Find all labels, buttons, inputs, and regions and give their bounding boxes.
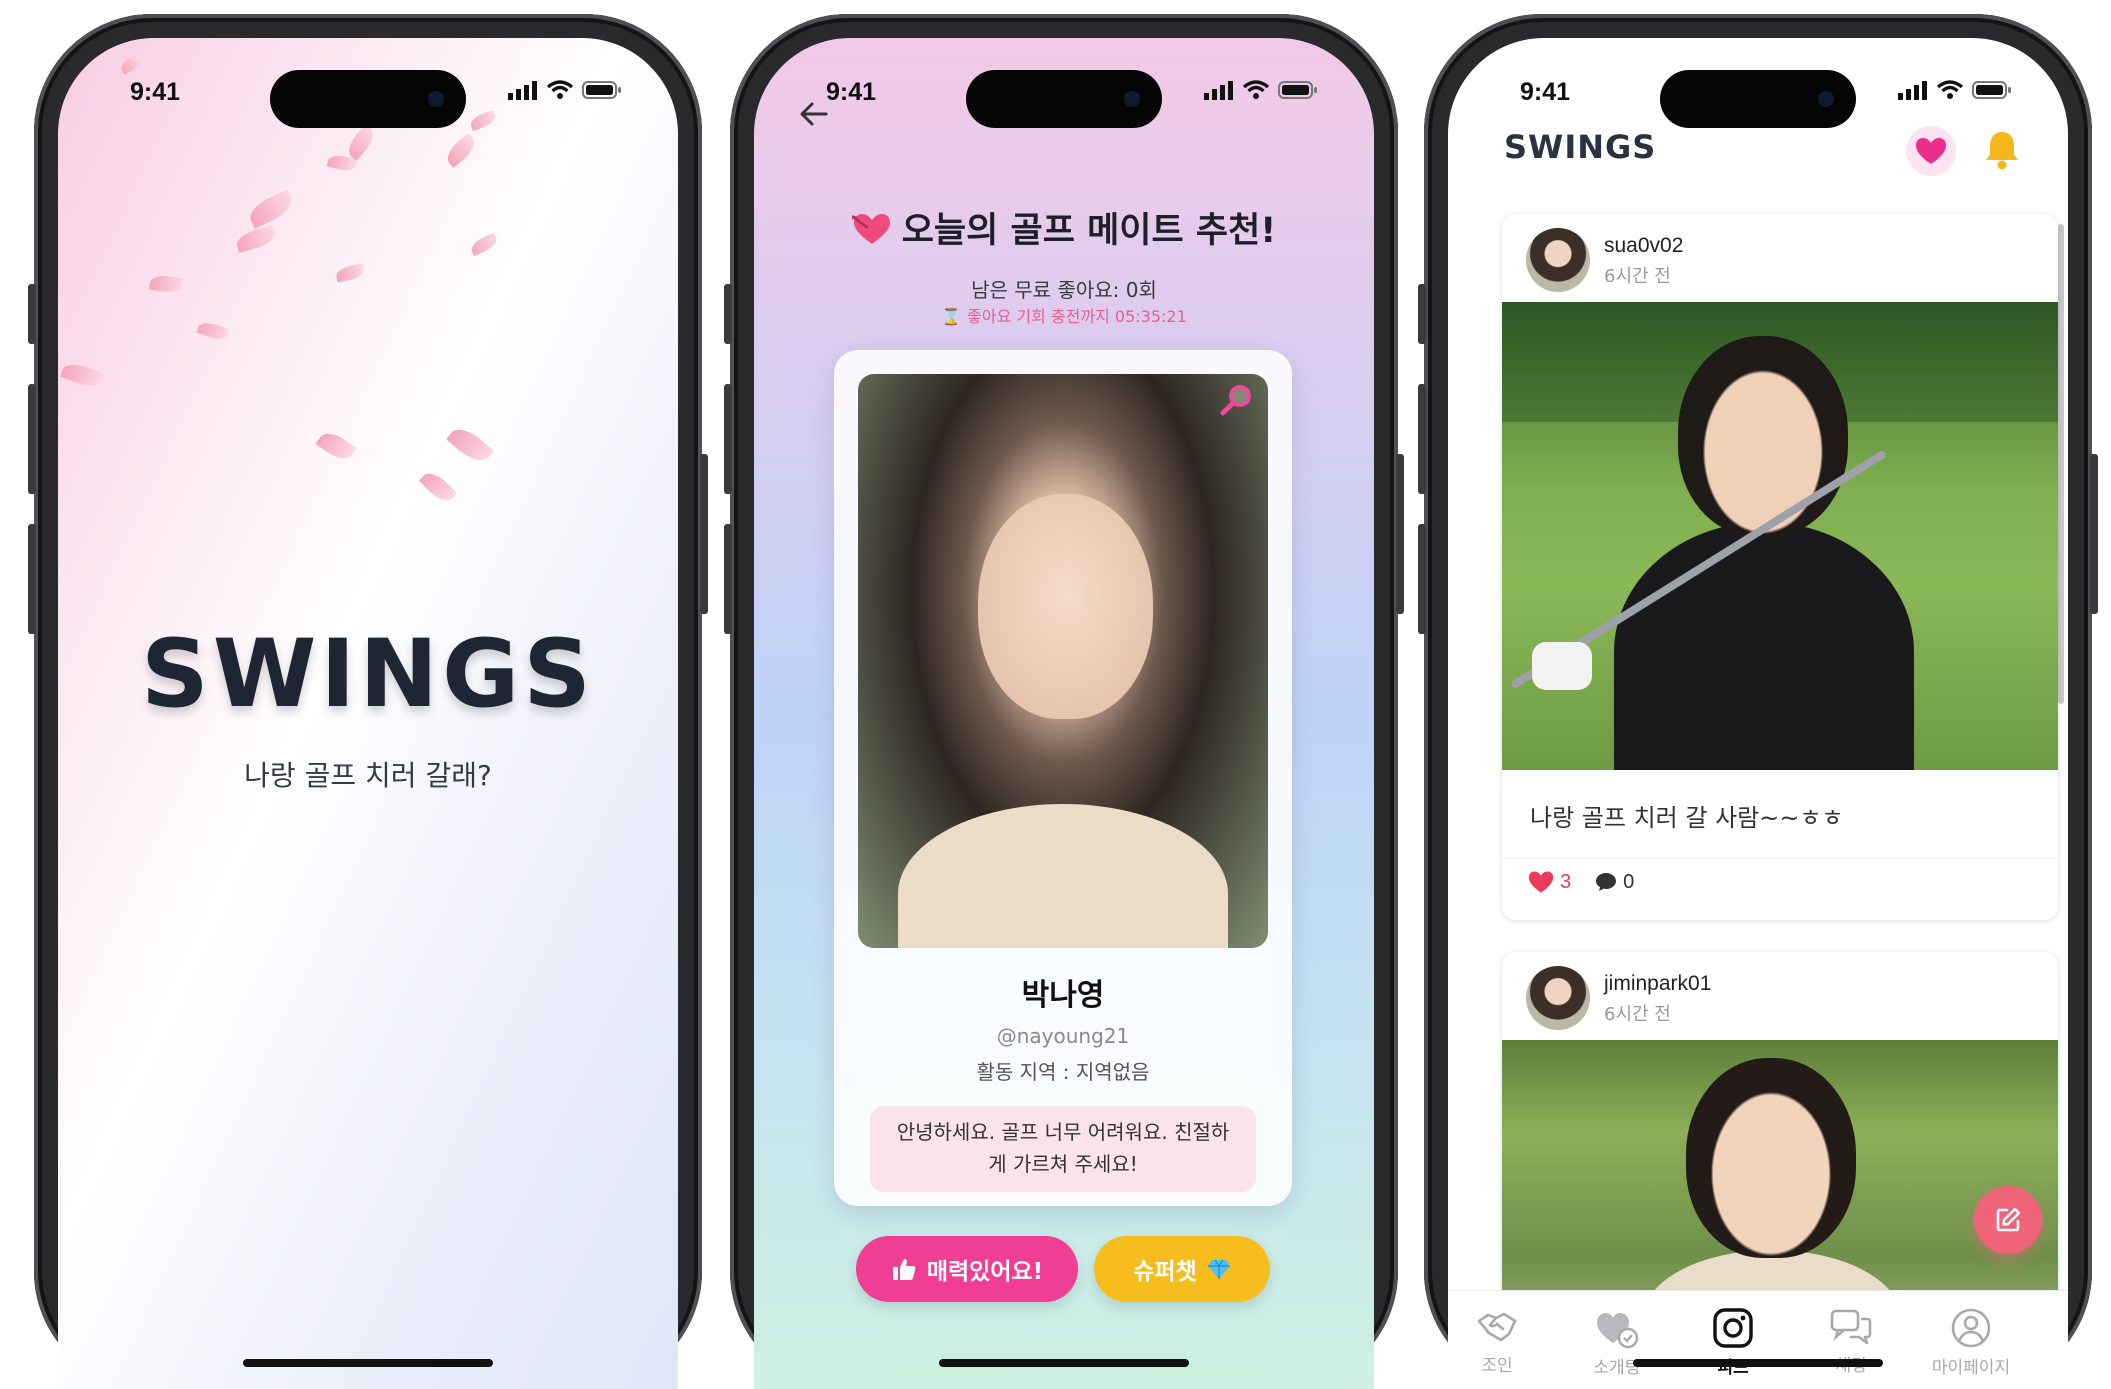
status-time: 9:41: [130, 78, 181, 106]
super-chat-button-label: 슈퍼챗: [1133, 1259, 1197, 1285]
splash-screen: 9:41 SWINGS 나랑 골프 치러 갈래?: [58, 38, 678, 1389]
tab-label: 마이페이지: [1931, 1358, 2011, 1378]
petal-decoration: [60, 359, 104, 391]
phone-feed: 9:41 SWINGS sua0v02 6시간 전 나랑 골프 치러 갈 사람~…: [1418, 14, 2098, 1389]
bottom-tab-bar: 조인 소개팅 피드 채팅 마이페이지: [1448, 1290, 2068, 1389]
heart-check-icon: [1597, 1313, 1639, 1349]
chat-bubbles-icon: [1830, 1309, 1872, 1345]
home-indicator[interactable]: [1633, 1359, 1883, 1367]
recommendation-screen: 9:41 오늘의 골프 메이트 추천! 남은 무료 좋아요: 0회 ⌛ 좋아요 기…: [754, 38, 1374, 1389]
post-header: jiminpark01 6시간 전: [1502, 952, 2058, 1040]
petal-decoration: [446, 422, 494, 468]
back-arrow-icon[interactable]: [796, 96, 832, 132]
signal-icon: [1204, 81, 1233, 100]
home-indicator[interactable]: [939, 1359, 1189, 1367]
wifi-icon: [1242, 80, 1270, 99]
status-time: 9:41: [826, 78, 877, 106]
feed-post[interactable]: sua0v02 6시간 전 나랑 골프 치러 갈 사람~~ㅎㅎ 3 0: [1502, 214, 2058, 920]
super-chat-button[interactable]: 슈퍼챗: [1094, 1236, 1270, 1302]
petal-decoration: [196, 319, 230, 343]
recharge-timer-text: 좋아요 기회 충전까지 05:35:21: [967, 307, 1187, 326]
petal-decoration: [418, 467, 458, 507]
like-count: 3: [1560, 870, 1572, 893]
app-tagline: 나랑 골프 치러 갈래?: [244, 759, 492, 792]
post-username[interactable]: sua0v02: [1604, 234, 1683, 258]
dynamic-island: [270, 70, 466, 128]
petal-decoration: [468, 232, 500, 257]
post-username[interactable]: jiminpark01: [1604, 972, 1711, 996]
home-indicator[interactable]: [243, 1359, 493, 1367]
petal-decoration: [148, 273, 184, 295]
post-image[interactable]: [1502, 302, 2058, 770]
feed-logo: SWINGS: [1504, 128, 1657, 166]
like-heart-icon[interactable]: [1528, 870, 1554, 894]
petal-decoration: [315, 427, 357, 465]
post-time: 6시간 전: [1604, 1004, 1671, 1025]
tab-my-page[interactable]: 마이페이지: [1926, 1307, 2016, 1378]
post-time: 6시간 전: [1604, 266, 1671, 287]
avatar[interactable]: [1526, 228, 1590, 292]
post-stats: 3 0: [1528, 870, 1634, 894]
petal-decoration: [442, 133, 480, 168]
wifi-icon: [1936, 80, 1964, 99]
instagram-icon: [1713, 1308, 1753, 1348]
tab-join[interactable]: 조인: [1452, 1307, 1542, 1376]
battery-icon: [1278, 81, 1317, 99]
likes-heart-button[interactable]: [1906, 126, 1956, 176]
feed-screen: 9:41 SWINGS sua0v02 6시간 전 나랑 골프 치러 갈 사람~…: [1448, 38, 2068, 1389]
remaining-likes: 남은 무료 좋아요: 0회: [971, 278, 1157, 302]
heart-arrow-icon: [850, 211, 892, 251]
edit-icon: [1996, 1207, 2021, 1232]
dynamic-island: [966, 70, 1162, 128]
attractive-button-label: 매력있어요!: [926, 1259, 1044, 1285]
attractive-button[interactable]: 매력있어요!: [856, 1236, 1078, 1302]
phone-splash: 9:41 SWINGS 나랑 골프 치러 갈래?: [28, 14, 708, 1389]
handshake-icon: [1477, 1312, 1517, 1342]
profile-bio: 안녕하세요. 골프 너무 어려워요. 친절하게 가르쳐 주세요!: [870, 1106, 1256, 1192]
write-post-button[interactable]: [1974, 1186, 2042, 1254]
signal-icon: [508, 81, 537, 100]
zoom-icon[interactable]: [1218, 382, 1256, 420]
recharge-timer: ⌛ 좋아요 기회 충전까지 05:35:21: [754, 303, 1374, 327]
avatar[interactable]: [1526, 966, 1590, 1030]
bell-icon[interactable]: [1980, 128, 2024, 172]
diamond-icon: [1207, 1259, 1230, 1279]
tab-feed[interactable]: 피드: [1688, 1307, 1778, 1378]
app-logo: SWINGS: [141, 620, 595, 729]
status-time: 9:41: [1520, 78, 1571, 106]
user-circle-icon: [1951, 1308, 1991, 1348]
petal-decoration: [343, 124, 379, 161]
profile-photo[interactable]: [858, 374, 1268, 948]
petal-decoration: [245, 189, 297, 229]
feed-scrollbar[interactable]: [2058, 224, 2064, 704]
profile-name: 박나영: [1021, 978, 1105, 1013]
profile-region: 활동 지역 : 지역없음: [976, 1060, 1150, 1084]
comment-count: 0: [1623, 870, 1635, 893]
recommendation-title-text: 오늘의 골프 메이트 추천!: [901, 211, 1277, 251]
petal-decoration: [234, 225, 278, 253]
recommendation-title: 오늘의 골프 메이트 추천!: [754, 202, 1374, 253]
dynamic-island: [1660, 70, 1856, 128]
battery-icon: [1972, 81, 2011, 99]
battery-icon: [582, 81, 621, 99]
tab-blind-date[interactable]: 소개팅: [1572, 1307, 1662, 1378]
petal-decoration: [468, 109, 498, 132]
hourglass-icon: ⌛: [941, 307, 962, 326]
post-caption: 나랑 골프 치러 갈 사람~~ㅎㅎ: [1530, 804, 1844, 832]
phone-recommendation: 9:41 오늘의 골프 메이트 추천! 남은 무료 좋아요: 0회 ⌛ 좋아요 기…: [724, 14, 1404, 1389]
heart-icon: [1916, 138, 1946, 164]
wifi-icon: [546, 80, 574, 99]
thumbs-up-icon: [892, 1259, 916, 1280]
profile-handle: @nayoung21: [996, 1024, 1130, 1048]
petal-decoration: [334, 263, 366, 283]
comment-icon[interactable]: [1595, 872, 1617, 892]
tab-label: 조인: [1481, 1356, 1513, 1376]
post-header: sua0v02 6시간 전: [1502, 214, 2058, 302]
profile-card[interactable]: 박나영 @nayoung21 활동 지역 : 지역없음 안녕하세요. 골프 너무…: [834, 350, 1292, 1206]
signal-icon: [1898, 81, 1927, 100]
